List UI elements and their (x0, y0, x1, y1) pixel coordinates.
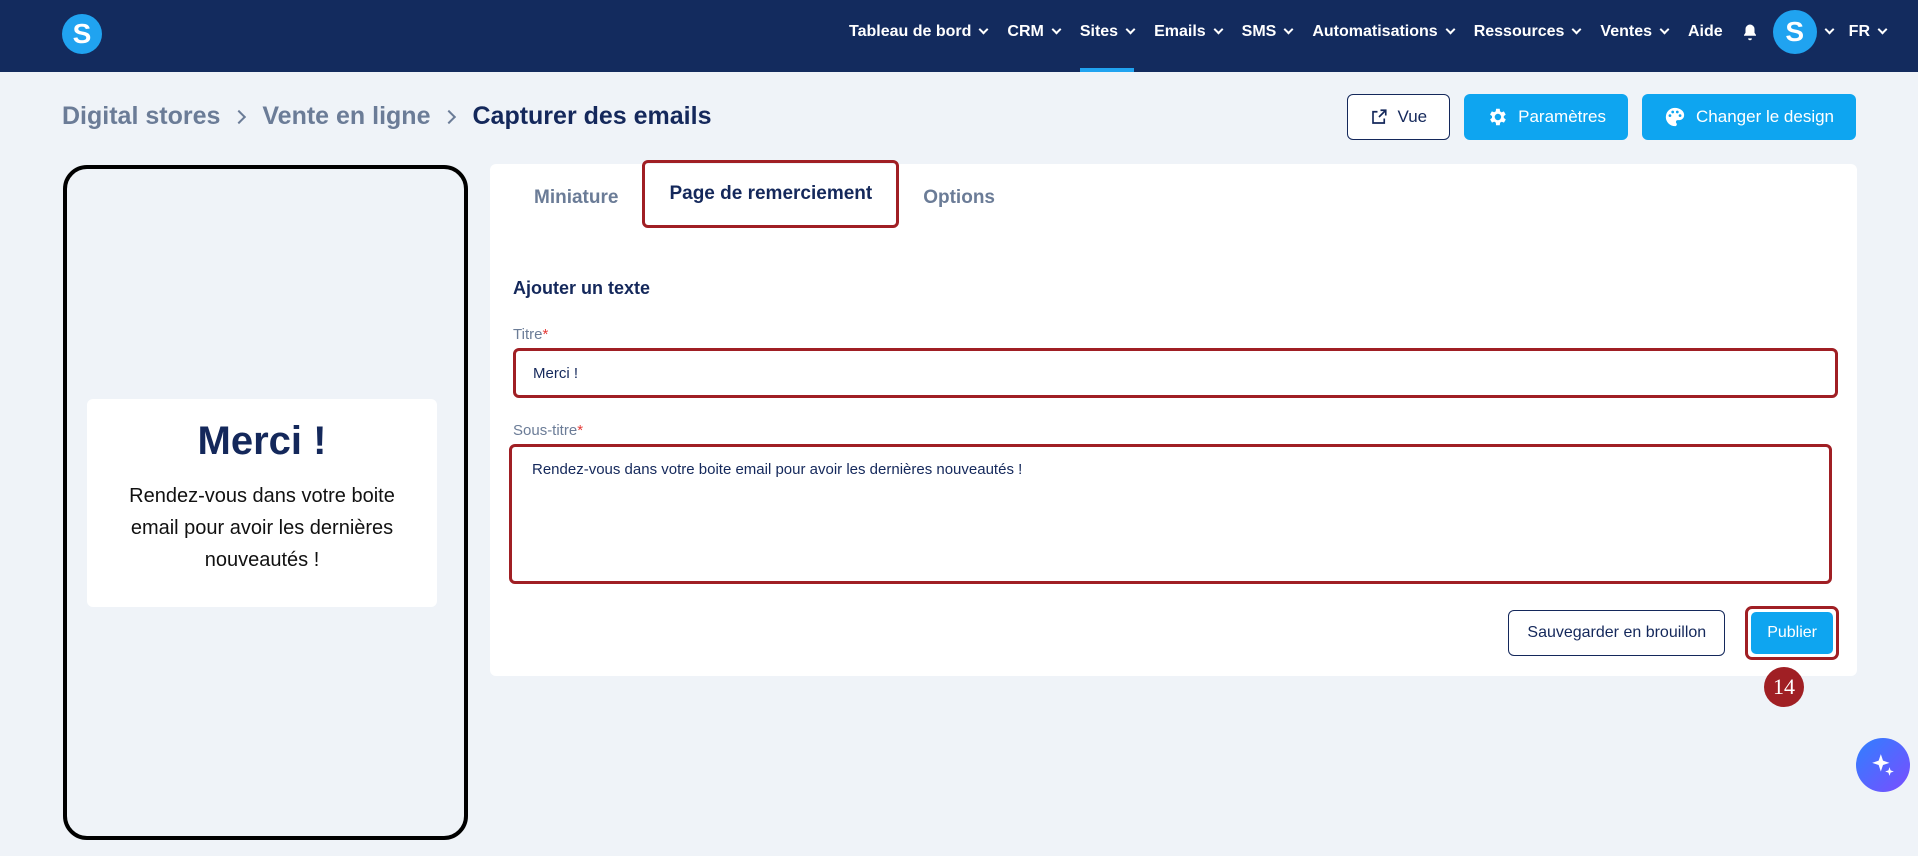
view-button[interactable]: Vue (1346, 94, 1451, 140)
thank-you-preview-card: Merci ! Rendez-vous dans votre boite ema… (87, 399, 437, 607)
view-button-label: Vue (1397, 107, 1428, 126)
sparkle-icon (1872, 754, 1894, 776)
breadcrumb-item[interactable]: Vente en ligne (262, 102, 430, 131)
save-draft-button[interactable]: Sauvegarder en brouillon (1508, 610, 1726, 656)
nav-item-label: SMS (1241, 23, 1277, 40)
subtitle-label-text: Sous-titre (513, 422, 578, 439)
user-menu[interactable]: S (1772, 0, 1839, 64)
required-mark: * (577, 422, 584, 439)
nav-item-label: Automatisations (1312, 23, 1438, 40)
chevron-down-icon (1445, 24, 1456, 35)
chevron-down-icon (1283, 24, 1294, 35)
palette-icon (1665, 107, 1685, 127)
preview-title: Merci ! (197, 419, 327, 463)
publish-button[interactable]: Publier (1751, 612, 1833, 654)
chevron-down-icon (1213, 24, 1224, 35)
settings-panel: Miniature Page de remerciement Options A… (490, 160, 1857, 676)
chevron-right-icon (442, 109, 457, 124)
nav-item-crm[interactable]: CRM (997, 0, 1069, 64)
subtitle-field-label: Sous-titre* (513, 422, 583, 439)
publish-highlight: Publier (1745, 606, 1839, 660)
nav-item-label: Tableau de bord (849, 23, 972, 40)
ai-assistant-button[interactable] (1856, 738, 1910, 792)
nav-item-automations[interactable]: Automatisations (1302, 0, 1463, 64)
nav-item-label: Sites (1079, 23, 1119, 40)
section-title: Ajouter un texte (513, 278, 651, 298)
breadcrumb-item[interactable]: Digital stores (62, 102, 220, 131)
app-logo[interactable]: S (62, 14, 102, 54)
title-field-label: Titre* (513, 326, 548, 343)
bell-icon[interactable] (1741, 23, 1759, 41)
page-title: Capturer des emails (472, 102, 712, 130)
chevron-down-icon (1824, 24, 1835, 35)
tab-options[interactable]: Options (899, 164, 1019, 232)
title-input-value: Merci ! (533, 364, 578, 382)
mobile-preview: Merci ! Rendez-vous dans votre boite ema… (63, 165, 468, 840)
tab-thank-you-page[interactable]: Page de remerciement (642, 160, 900, 228)
top-navbar: S Tableau de bord CRM Sites Emails SMS A… (0, 0, 1918, 72)
nav-item-sms[interactable]: SMS (1232, 0, 1303, 64)
language-label: FR (1848, 23, 1870, 40)
avatar: S (1772, 10, 1817, 54)
title-label-text: Titre (513, 326, 543, 343)
language-selector[interactable]: FR (1839, 0, 1896, 64)
chevron-down-icon (978, 24, 989, 35)
gear-icon (1490, 108, 1506, 126)
nav-item-sales[interactable]: Ventes (1590, 0, 1678, 64)
nav-item-emails[interactable]: Emails (1144, 0, 1232, 64)
external-link-icon (1371, 109, 1387, 124)
nav-item-help[interactable]: Aide (1678, 0, 1733, 64)
nav-item-resources[interactable]: Ressources (1464, 0, 1591, 64)
chevron-down-icon (1659, 24, 1670, 35)
breadcrumb: Digital stores Vente en ligne Capturer d… (62, 102, 711, 131)
nav-item-label: Ressources (1473, 23, 1565, 40)
subtitle-textarea[interactable]: Rendez-vous dans votre boite email pour … (509, 444, 1832, 584)
nav-item-label: Aide (1688, 23, 1723, 40)
title-input[interactable]: Merci ! (513, 348, 1838, 398)
chevron-down-icon (1877, 24, 1888, 35)
tab-thumbnail[interactable]: Miniature (510, 164, 642, 232)
chevron-down-icon (1571, 24, 1582, 35)
nav-item-dashboard[interactable]: Tableau de bord (839, 0, 997, 64)
nav-item-label: Emails (1154, 23, 1206, 40)
change-design-button[interactable]: Changer le design (1642, 94, 1856, 140)
settings-button-label: Paramètres (1518, 107, 1607, 126)
chevron-right-icon (232, 109, 247, 124)
nav-item-label: CRM (1007, 23, 1044, 40)
settings-button[interactable]: Paramètres (1464, 94, 1629, 140)
preview-subtitle: Rendez-vous dans votre boite email pour … (129, 485, 395, 571)
chevron-down-icon (1125, 24, 1136, 35)
main-nav: Tableau de bord CRM Sites Emails SMS Aut… (839, 0, 1918, 72)
nav-item-label: Ventes (1600, 23, 1652, 40)
chevron-down-icon (1051, 24, 1062, 35)
header-actions: Vue Paramètres Changer le design (1346, 94, 1856, 140)
nav-item-sites[interactable]: Sites (1070, 0, 1144, 72)
step-badge: 14 (1764, 667, 1804, 707)
change-design-button-label: Changer le design (1696, 107, 1834, 126)
required-mark: * (542, 326, 549, 343)
form-actions: Sauvegarder en brouillon Publier (1508, 606, 1839, 660)
tab-bar: Miniature Page de remerciement Options (510, 160, 1019, 232)
